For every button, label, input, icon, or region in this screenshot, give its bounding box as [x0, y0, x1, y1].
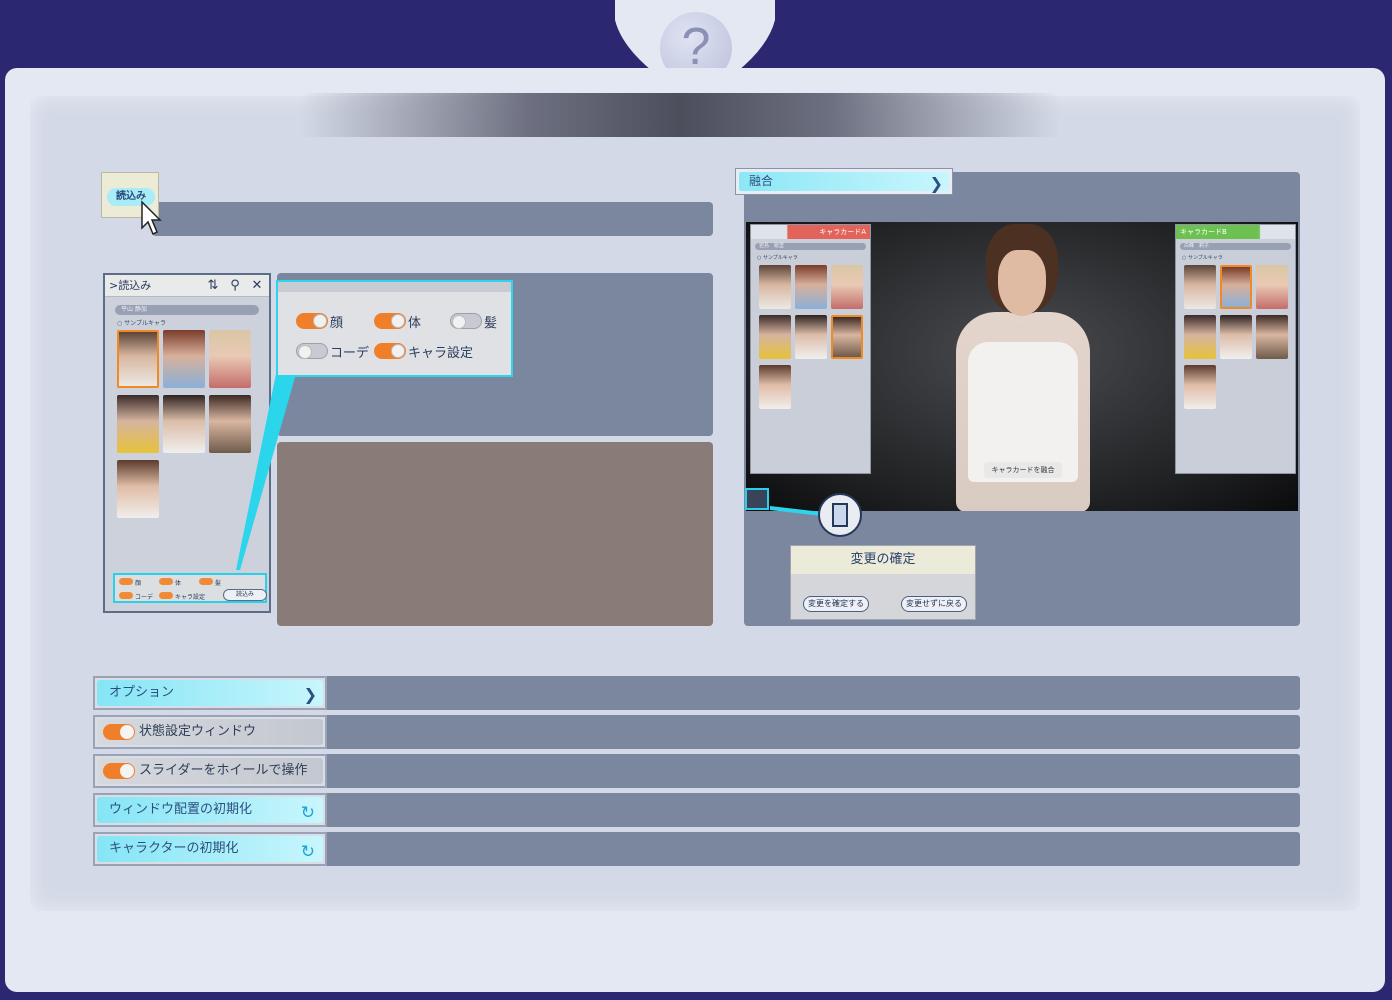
card-a-sample: ○ サンプルキャラ — [757, 255, 798, 261]
card-a-thumb[interactable] — [795, 265, 827, 309]
card-a-panel: キャラカードA 岩島 絵里 ○ サンプルキャラ — [750, 224, 871, 474]
mouse-cursor-icon — [141, 200, 162, 236]
page-title-bar — [300, 93, 1060, 137]
wheel-slider-option: スライダーをホイールで操作 — [93, 754, 327, 788]
zoom-toggle-face-label: 顔 — [330, 316, 344, 331]
sample-label: サンプルキャラ — [124, 320, 166, 327]
character-face — [998, 250, 1046, 316]
toggle-switch-icon — [103, 724, 135, 740]
toggle-coordinate[interactable] — [119, 592, 133, 599]
load-window-header: >読込み ⇅ ⚲ ✕ — [105, 275, 269, 297]
card-b-sample: ○ サンプルキャラ — [1182, 255, 1223, 261]
chevron-right-icon: > — [109, 279, 119, 292]
toggle-chara-setting[interactable] — [159, 592, 173, 599]
zoom-toggle-hair-label: 髪 — [484, 316, 498, 331]
card-a-thumb[interactable] — [831, 265, 863, 309]
search-icon[interactable]: ⚲ — [227, 278, 243, 294]
toggle-hair[interactable] — [199, 578, 213, 585]
toggle-face-label: 顔 — [135, 580, 142, 587]
zoomed-load-options: 顔 体 髪 コーデ キャラ設定 — [276, 280, 513, 377]
exit-door-icon-small[interactable] — [745, 488, 769, 510]
zoom-toggle-coordinate[interactable] — [296, 343, 328, 359]
reset-window-option: ウィンドウ配置の初期化 ↻ — [93, 793, 327, 827]
toggle-chara-setting-label: キャラ設定 — [175, 594, 206, 601]
fusion-scene: キャラカードを融合 キャラカードA 岩島 絵里 ○ サンプルキャラ キャラカード… — [746, 222, 1298, 511]
fusion-header: 融合 ❯ — [735, 168, 953, 195]
state-window-option: 状態設定ウィンドウ — [93, 715, 327, 749]
card-b-thumb[interactable] — [1184, 315, 1216, 359]
card-b-name: 白峰 莉子 — [1180, 243, 1291, 250]
card-a-thumb[interactable] — [795, 315, 827, 359]
character-thumb[interactable] — [117, 395, 159, 453]
sample-toggle[interactable]: ○ サンプルキャラ — [117, 318, 166, 327]
fusion-label[interactable]: 融合 ❯ — [739, 172, 949, 193]
load-confirm-button[interactable]: 読込み — [223, 589, 267, 601]
toggle-hair-label: 髪 — [215, 580, 222, 587]
zoom-toggle-coordinate-label: コーデ — [330, 346, 370, 361]
card-b-thumb[interactable] — [1256, 315, 1288, 359]
load-image-placeholder — [277, 442, 713, 626]
card-a-thumb[interactable] — [831, 315, 863, 359]
zoom-options-top — [278, 282, 511, 292]
reset-character-option: キャラクターの初期化 ↻ — [93, 832, 327, 866]
load-description-panel — [152, 202, 713, 236]
card-a-thumb[interactable] — [759, 265, 791, 309]
card-a-header: キャラカードA — [751, 225, 870, 239]
character-thumb[interactable] — [163, 395, 205, 453]
sort-icon[interactable]: ⇅ — [205, 278, 221, 294]
card-b-title: キャラカードB — [1180, 228, 1227, 236]
card-a-title: キャラカードA — [819, 228, 866, 236]
card-b-header: キャラカードB — [1176, 225, 1295, 239]
card-a-name: 岩島 絵里 — [755, 243, 866, 250]
revert-button[interactable]: 変更せずに戻る — [901, 596, 967, 612]
exit-door-icon[interactable] — [818, 493, 862, 537]
reset-window-button[interactable]: ウィンドウ配置の初期化 ↻ — [97, 797, 323, 823]
zoom-toggle-body[interactable] — [374, 313, 406, 329]
card-b-thumb[interactable] — [1184, 265, 1216, 309]
reset-character-button[interactable]: キャラクターの初期化 ↻ — [97, 836, 323, 862]
card-b-thumb[interactable] — [1220, 315, 1252, 359]
card-b-panel: キャラカードB 白峰 莉子 ○ サンプルキャラ — [1175, 224, 1296, 474]
character-thumb[interactable] — [117, 460, 159, 518]
state-window-toggle[interactable]: 状態設定ウィンドウ — [97, 719, 323, 745]
card-b-thumb[interactable] — [1184, 365, 1216, 409]
close-icon[interactable]: ✕ — [249, 278, 265, 294]
confirm-button[interactable]: 変更を確定する — [803, 596, 869, 612]
refresh-icon: ↻ — [300, 803, 315, 823]
confirm-title: 変更の確定 — [791, 546, 975, 574]
zoom-toggle-chara-setting[interactable] — [374, 343, 406, 359]
load-options: 顔 体 髪 コーデ キャラ設定 読込み — [113, 573, 267, 603]
zoom-toggle-chara-setting-label: キャラ設定 — [408, 346, 474, 361]
wheel-slider-toggle[interactable]: スライダーをホイールで操作 — [97, 758, 323, 784]
character-thumb[interactable] — [117, 330, 159, 388]
character-thumb[interactable] — [163, 330, 205, 388]
card-a-thumb[interactable] — [759, 365, 791, 409]
chevron-right-icon: ❯ — [303, 685, 317, 704]
refresh-icon: ↻ — [300, 842, 315, 862]
toggle-body[interactable] — [159, 578, 173, 585]
zoom-toggle-body-label: 体 — [408, 316, 422, 331]
confirm-dialog: 変更の確定 変更を確定する 変更せずに戻る — [790, 545, 976, 620]
zoom-toggle-hair[interactable] — [450, 313, 482, 329]
toggle-body-label: 体 — [175, 580, 182, 587]
character-camisole — [968, 342, 1078, 482]
card-b-thumb[interactable] — [1220, 265, 1252, 309]
chevron-right-icon: ❯ — [929, 174, 943, 193]
zoom-connector — [236, 374, 296, 570]
card-a-thumb[interactable] — [759, 315, 791, 359]
fuse-button[interactable]: キャラカードを融合 — [984, 462, 1062, 478]
option-header-label[interactable]: オプション ❯ — [97, 680, 323, 706]
option-header: オプション ❯ — [93, 676, 327, 710]
door-connector — [770, 506, 822, 516]
card-b-thumb[interactable] — [1256, 265, 1288, 309]
toggle-switch-icon — [103, 763, 135, 779]
load-window-title: 読込み — [118, 279, 152, 292]
toggle-face[interactable] — [119, 578, 133, 585]
name-bar: 平山 静加 — [115, 305, 259, 315]
toggle-coordinate-label: コーデ — [135, 594, 154, 601]
zoom-toggle-face[interactable] — [296, 313, 328, 329]
